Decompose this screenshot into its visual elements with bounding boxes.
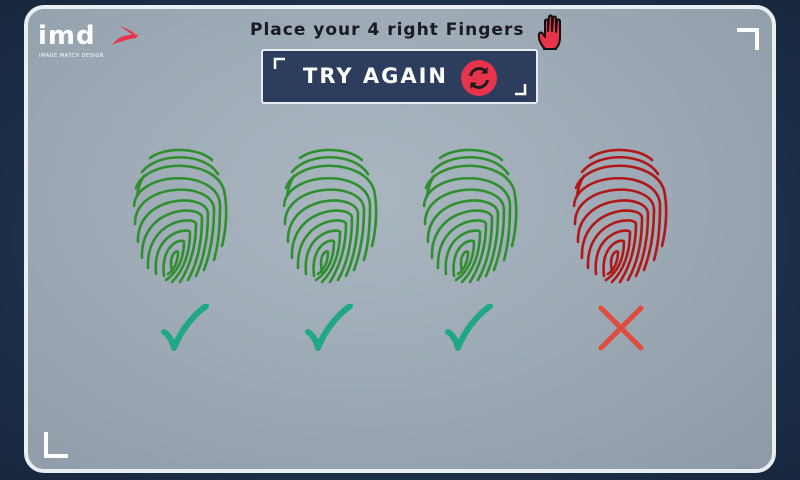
check-icon <box>161 304 209 351</box>
fingerprint-3 <box>422 148 518 284</box>
corner-bracket-top-right <box>737 28 759 50</box>
bird-icon <box>112 26 139 45</box>
try-again-button[interactable]: TRY AGAIN <box>261 49 538 104</box>
instruction-text: Place your 4 right Fingers <box>250 20 525 40</box>
brand-logo: imd IMAGE MATCH DESIGN <box>38 21 148 61</box>
hand-icon <box>537 14 561 50</box>
try-again-label: TRY AGAIN <box>303 64 448 88</box>
corner-bracket-bottom-left <box>44 432 68 458</box>
logo-subtitle: IMAGE MATCH DESIGN <box>39 53 104 59</box>
fingerprint-1 <box>132 148 228 284</box>
fingerprint-4 <box>572 148 668 284</box>
check-icon <box>445 304 493 351</box>
logo-text: imd <box>38 21 96 51</box>
fingerprint-2 <box>282 148 378 284</box>
check-icon <box>305 304 353 351</box>
refresh-icon <box>461 60 497 96</box>
corner-bracket-top-left <box>273 57 285 69</box>
corner-bracket-bottom-right <box>515 84 527 96</box>
cross-icon <box>598 305 644 351</box>
